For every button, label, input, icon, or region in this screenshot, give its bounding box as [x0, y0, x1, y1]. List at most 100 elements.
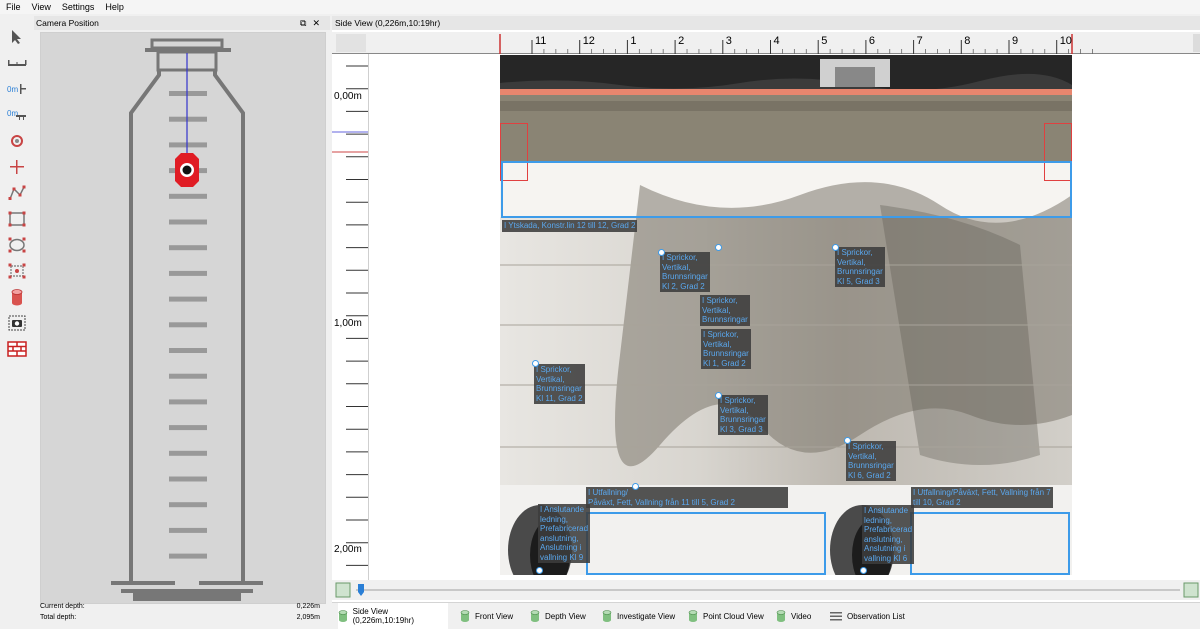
- observation-label[interactable]: I Sprickor, Vertikal, Brunnsringar Kl 5,…: [835, 247, 885, 287]
- cylinder-tool-button[interactable]: [5, 286, 29, 308]
- hour-label: 6: [869, 35, 875, 47]
- ruler-tool-button[interactable]: [5, 52, 29, 74]
- depth-measure-icon: 0m: [7, 84, 26, 94]
- depth-ticks: [332, 65, 368, 589]
- hour-label: 2: [678, 35, 684, 47]
- ladder-rung: [169, 245, 207, 251]
- hour-label: 4: [774, 35, 780, 47]
- tab-investigate-view[interactable]: Investigate View: [602, 603, 682, 629]
- svg-text:0m: 0m: [7, 85, 18, 94]
- hour-label: 7: [917, 35, 923, 47]
- snapshot-tool-button[interactable]: [5, 312, 29, 334]
- hour-label: 1: [630, 35, 636, 47]
- observation-anchor[interactable]: [658, 249, 665, 256]
- observation-label[interactable]: I Utfallning/Påväxt, Fett, Vallning från…: [911, 487, 1053, 508]
- ladder-rung: [169, 270, 207, 276]
- observation-label[interactable]: I Ytskada, Konstr.lin 12 till 12, Grad 2: [502, 220, 638, 232]
- scroll-handle[interactable]: [358, 584, 364, 596]
- side-view-title: Side View (0,226m,10:19hr): [332, 16, 1200, 30]
- rectangle-tool-button[interactable]: [5, 208, 29, 230]
- ruler-icon: [8, 60, 27, 66]
- menu-bar: File View Settings Help: [0, 0, 1200, 14]
- observation-label[interactable]: I Anslutande ledning, Prefabricerad ansl…: [862, 505, 915, 564]
- observation-anchor[interactable]: [832, 244, 839, 251]
- observation-label[interactable]: I Utfallning/ Påväxt, Fett, Vallning frå…: [586, 487, 788, 508]
- observation-label[interactable]: I Sprickor, Vertikal, Brunnsringar Kl 6,…: [846, 441, 896, 481]
- menu-view[interactable]: View: [26, 0, 56, 13]
- ladder-rung: [169, 373, 207, 379]
- ladder-rung: [169, 193, 207, 199]
- ladder-rung: [169, 502, 207, 508]
- tab-label: Video: [791, 611, 812, 621]
- distance-measure-icon: 0m: [7, 109, 26, 120]
- tab-depth-view[interactable]: Depth View: [530, 603, 590, 629]
- observation-label[interactable]: I Anslutande ledning, Prefabricerad ansl…: [538, 504, 591, 563]
- menu-help[interactable]: Help: [99, 0, 129, 13]
- tab-label: Investigate View: [617, 611, 676, 621]
- depth-scrollbar[interactable]: [332, 580, 1200, 600]
- ladder-rung: [169, 296, 207, 302]
- horizontal-measure-tool-button[interactable]: 0m: [5, 104, 29, 126]
- ladder-rung: [169, 219, 207, 225]
- observation-label[interactable]: I Sprickor, Vertikal, Brunnsringar Kl 11…: [534, 364, 585, 404]
- observation-label[interactable]: I Sprickor, Vertikal, Brunnsringar Kl 1,…: [701, 329, 751, 369]
- tab-side-view[interactable]: Side View (0,226m,10:19hr): [338, 603, 448, 629]
- tab-label: Side View (0,226m,10:19hr): [352, 607, 414, 625]
- area-select-icon: [8, 263, 26, 279]
- ladder-rung: [169, 553, 207, 559]
- tab-observation-list[interactable]: Observation List: [830, 603, 910, 629]
- current-depth-row: Current depth: 0,226m: [40, 603, 320, 610]
- tab-point-cloud-view[interactable]: Point Cloud View: [688, 603, 768, 629]
- scroll-track: [335, 582, 1199, 598]
- observation-label[interactable]: I Sprickor, Vertikal, Brunnsringar: [700, 295, 750, 326]
- depth-label-0m: 0,00m: [334, 91, 362, 102]
- ellipse-tool-button[interactable]: [5, 234, 29, 256]
- observation-anchor[interactable]: [844, 437, 851, 444]
- point-tool-button[interactable]: [5, 130, 29, 152]
- ellipse-icon: [8, 237, 26, 253]
- observation-region-deposit-1[interactable]: [586, 512, 826, 575]
- polyline-tool-button[interactable]: [5, 182, 29, 204]
- observation-anchor[interactable]: [532, 360, 539, 367]
- brick-tool-button[interactable]: [5, 338, 29, 360]
- observation-anchor[interactable]: [536, 567, 543, 574]
- menu-settings[interactable]: Settings: [56, 0, 100, 13]
- camera-position-marker[interactable]: [175, 153, 199, 187]
- hour-label: 11: [535, 35, 546, 47]
- tab-label: Front View: [475, 611, 514, 621]
- list-icon: [830, 612, 842, 621]
- target-point-icon: [11, 135, 23, 147]
- camera-position-panel: Camera Position ⧉✕ Current depth: 0,226m…: [34, 16, 330, 628]
- menu-file[interactable]: File: [0, 0, 26, 13]
- observation-region-deposit-2[interactable]: [910, 512, 1070, 575]
- observation-anchor[interactable]: [715, 392, 722, 399]
- observation-anchor[interactable]: [632, 483, 639, 490]
- cylinder-icon: [338, 610, 348, 622]
- camera-panel-header: Camera Position ⧉✕: [34, 16, 330, 30]
- tab-label: Point Cloud View: [703, 611, 764, 621]
- hour-label: 8: [964, 35, 970, 47]
- current-depth-value: 0,226m: [296, 603, 320, 610]
- observation-anchor[interactable]: [860, 567, 867, 574]
- cylinder-icon: [602, 610, 612, 622]
- ladder-rung: [169, 116, 207, 122]
- manhole-schematic: [111, 38, 263, 601]
- area-tool-button[interactable]: [5, 260, 29, 282]
- float-panel-icon[interactable]: ⧉: [300, 18, 312, 28]
- observation-anchor[interactable]: [715, 244, 722, 251]
- observation-label[interactable]: I Sprickor, Vertikal, Brunnsringar Kl 2,…: [660, 252, 710, 292]
- well-schematic-view[interactable]: [40, 32, 326, 604]
- tab-video[interactable]: Video: [776, 603, 818, 629]
- tab-front-view[interactable]: Front View: [460, 603, 520, 629]
- select-tool-button[interactable]: [5, 26, 29, 48]
- vertical-measure-tool-button[interactable]: 0m: [5, 78, 29, 100]
- close-panel-icon[interactable]: ✕: [312, 18, 326, 28]
- total-depth-row: Total depth: 2,095m: [40, 614, 320, 621]
- total-depth-label: Total depth:: [40, 614, 77, 621]
- observation-label[interactable]: I Sprickor, Vertikal, Brunnsringar Kl 3,…: [718, 395, 768, 435]
- crosshair-tool-button[interactable]: [5, 156, 29, 178]
- depth-label-2m: 2,00m: [334, 544, 362, 555]
- unrolled-wall-image[interactable]: I Ytskada, Konstr.lin 12 till 12, Grad 2…: [500, 55, 1072, 575]
- observation-region-surface-damage[interactable]: [501, 161, 1072, 218]
- tab-label: Observation List: [847, 611, 905, 621]
